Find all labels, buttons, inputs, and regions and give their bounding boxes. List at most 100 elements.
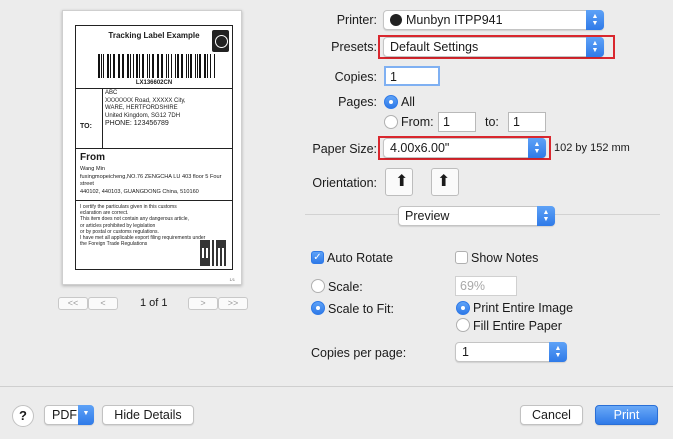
barcode-bar [126,54,129,78]
from-line: Wang Min [80,166,105,172]
to-line: PHONE: 123456789 [105,120,169,128]
popup-arrows-icon: ▲ ▼ [549,342,567,362]
landscape-icon: ⬆ [437,173,451,190]
help-button[interactable]: ? [12,405,34,427]
pages-from-label: From: [401,115,434,129]
section-value: Preview [405,209,450,223]
barcode-bar [168,54,169,78]
from-line: fuxingmopeicheng,NO.76 ZENGCHA LU 403 fl… [80,173,222,188]
barcode-bar [209,54,212,78]
barcode-bar [194,54,196,78]
to-line: ABC [105,90,118,96]
barcode [98,54,216,78]
barcode-bar [187,54,189,78]
previous-page-button[interactable]: < [88,297,118,310]
landscape-orientation-button[interactable]: ⬆ [431,168,459,196]
page-preview: Tracking Label Example LX136602CN TO: AB… [62,10,242,285]
barcode-bar [107,54,110,78]
pages-all-label: All [401,95,415,109]
from-page-input[interactable]: 1 [438,112,476,132]
scale-to-fit-label: Scale to Fit: [328,302,394,316]
copies-per-page-popup[interactable]: 1 ▲ ▼ [455,342,567,362]
barcode-bar [100,54,102,78]
pages-all-radio[interactable] [384,95,398,109]
hide-details-button[interactable]: Hide Details [102,405,194,425]
page-indicator: 1 of 1 [140,297,168,309]
print-entire-image-label: Print Entire Image [473,301,574,315]
barcode-bar [113,54,115,78]
print-entire-image-radio[interactable] [456,301,470,315]
first-page-button[interactable]: << [58,297,88,310]
auto-rotate-label: Auto Rotate [327,251,394,265]
popup-arrows-icon: ▲ ▼ [537,206,555,226]
barcode-bar [156,54,158,78]
barcode-bar [196,54,198,78]
paper-size-popup[interactable]: 4.00x6.00" ▲ ▼ [383,138,546,158]
divider [76,88,232,89]
barcode-bar [180,54,183,78]
auto-rotate-checkbox[interactable]: ✓ [311,251,324,264]
presets-label: Presets: [331,40,377,54]
to-address: ABC XXXXXXX Road, XXXXX City, WARE, HERT… [105,90,186,128]
divider [102,88,103,148]
presets-popup[interactable]: Default Settings ▲ ▼ [383,37,604,57]
barcode-bar [175,54,176,78]
shipping-label: Tracking Label Example LX136602CN TO: AB… [75,25,233,270]
barcode-bar [117,54,119,78]
fill-entire-paper-radio[interactable] [456,318,470,332]
barcode-bar [177,54,179,78]
barcode-bar [170,54,173,78]
last-page-button[interactable]: >> [218,297,248,310]
barcode-bar [148,54,150,78]
divider [76,148,232,149]
scale-input[interactable]: 69% [455,276,517,296]
copies-input[interactable]: 1 [384,66,440,86]
popup-arrows-icon: ▲ ▼ [586,10,604,30]
from-address: Wang Min fuxingmopeicheng,NO.76 ZENGCHA … [80,166,234,196]
page-mark: 1/1 [229,277,235,282]
pages-range-radio[interactable] [384,115,398,129]
to-label: TO: [80,123,92,130]
barcode-bar [132,54,134,78]
barcode-bar [203,54,206,78]
scale-to-fit-radio[interactable] [311,301,325,315]
section-popup[interactable]: Preview ▲ ▼ [398,206,555,226]
scale-label: Scale: [328,280,363,294]
pdf-label: PDF [52,408,77,422]
portrait-orientation-button[interactable]: ⬆ [385,168,413,196]
barcode-bar [166,54,167,78]
barcode-bar [161,54,164,78]
show-notes-label: Show Notes [471,251,539,265]
barcode-bar [98,54,100,78]
barcode-bar [190,54,192,78]
barcode-bar [146,54,148,78]
to-page-input[interactable]: 1 [508,112,546,132]
copies-per-page-value: 1 [462,345,469,359]
next-page-button[interactable]: > [188,297,218,310]
barcode-bar [110,54,111,78]
paper-size-value: 4.00x6.00" [390,141,450,155]
paper-size-label: Paper Size: [312,142,377,156]
print-button[interactable]: Print [595,405,658,425]
qr-code-icon [200,240,226,266]
barcode-bar [185,54,187,78]
barcode-bar [141,54,144,78]
scale-radio[interactable] [311,279,325,293]
barcode-bar [207,54,208,78]
show-notes-checkbox[interactable] [455,251,468,264]
pdf-menu-button[interactable]: PDF ▼ [44,405,94,425]
printer-popup[interactable]: Munbyn ITPP941 ▲ ▼ [383,10,604,30]
barcode-bar [103,54,104,78]
carrier-logo-icon [212,30,229,52]
barcode-bar [122,54,124,78]
cancel-button[interactable]: Cancel [520,405,583,425]
printer-value: Munbyn ITPP941 [406,13,503,27]
pages-label: Pages: [338,95,377,109]
barcode-bar [138,54,140,78]
bottom-divider [0,386,673,387]
label-title: Tracking Label Example [108,31,200,40]
divider [76,200,232,201]
to-line: XXXXXXX Road, XXXXX City, [105,97,186,104]
barcode-bar [158,54,159,78]
tracking-number: LX136602CN [135,80,173,86]
